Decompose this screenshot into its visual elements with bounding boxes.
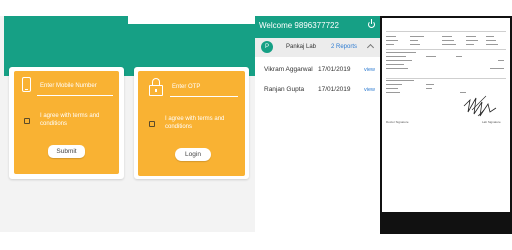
mobile-input[interactable]: Enter Mobile Number [40,83,97,90]
lab-row[interactable] [255,38,380,57]
terms-checkbox-2[interactable] [149,121,155,127]
terms-label: I agree with terms and conditions [40,113,100,127]
signature-image [463,95,497,117]
lab-signature-label: Lab Signature [482,120,501,124]
patient-date: 17/01/2019 [318,86,351,93]
patient-name: Vikram Aggarwal [264,66,313,73]
lab-avatar: P [261,41,273,53]
patient-date: 17/01/2019 [318,66,351,73]
doctor-signature-label: Doctor Signature [386,120,409,124]
login-button[interactable]: Login [175,148,211,161]
terms-label-2: I agree with terms and conditions [165,116,225,130]
mobile-input-underline [37,95,113,96]
otp-input-underline [170,96,238,97]
report-rule [386,31,506,32]
lab-name: Pankaj Lab [286,44,317,50]
phone-icon [22,77,31,92]
otp-input[interactable]: Enter OTP [172,84,200,91]
top-margin [0,0,255,16]
bottom-margin [0,232,255,250]
lock-icon-keyhole [155,89,157,92]
lab-reports-count: 2 Reports [331,44,358,50]
submit-button[interactable]: Submit [48,145,85,158]
welcome-title: Welcome 9896377722 [259,21,339,30]
terms-checkbox[interactable] [24,118,30,124]
patient-name: Ranjan Gupta [264,86,305,93]
view-link[interactable]: view [364,67,375,73]
view-link[interactable]: view [364,87,375,93]
header-notch [128,16,255,24]
power-icon-bar [371,19,373,24]
